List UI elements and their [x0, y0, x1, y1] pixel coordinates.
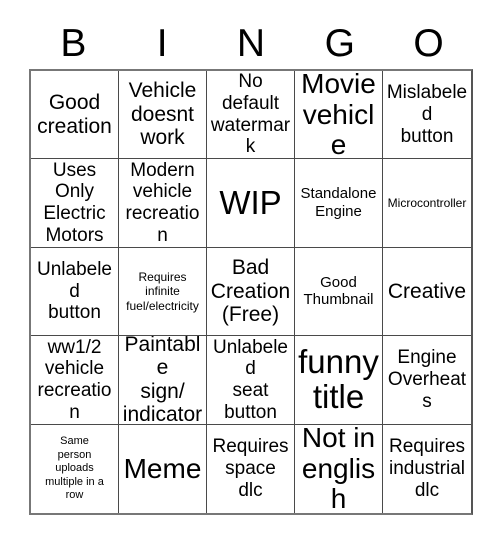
bingo-cell-r4c2[interactable]: Paintable sign/ indicator: [119, 336, 207, 425]
bingo-cell-label: WIP: [219, 183, 282, 221]
bingo-cell-label: Movie vehicle: [301, 71, 376, 160]
bingo-cell-label: Requires space dlc: [212, 436, 289, 501]
bingo-cell-label: Same person uploads multiple in a row: [45, 435, 104, 501]
bingo-cell-label: Bad Creation (Free): [210, 256, 291, 327]
bingo-cell-r4c4[interactable]: funny title: [295, 336, 383, 425]
bingo-cell-r1c3[interactable]: No default watermark: [207, 71, 295, 160]
bingo-cell-r1c1[interactable]: Good creation: [31, 71, 119, 160]
bingo-header-letter-b: B: [60, 21, 87, 65]
bingo-cell-r1c4[interactable]: Movie vehicle: [295, 71, 383, 160]
bingo-cell-label: Uses Only Electric Motors: [43, 159, 106, 246]
bingo-cell-r3c4[interactable]: Good Thumbnail: [295, 247, 383, 337]
bingo-card: B I N G O Good creation Vehicle doesnt wo…: [0, 0, 500, 544]
bingo-cell-r4c1[interactable]: ww1/2 vehicle recreation: [31, 336, 119, 425]
bingo-cell-r3c5[interactable]: Creative: [383, 247, 471, 337]
bingo-cell-r2c5[interactable]: Microcontroller: [383, 159, 471, 248]
bingo-cell-label: Microcontroller: [387, 195, 467, 210]
bingo-header: B I N G O: [29, 18, 473, 68]
bingo-cell-label: Requires industrial dlc: [388, 436, 466, 501]
bingo-cell-r2c1[interactable]: Uses Only Electric Motors: [31, 159, 119, 248]
bingo-cell-label: Engine Overheats: [387, 347, 467, 412]
bingo-cell-r2c3[interactable]: WIP: [207, 159, 295, 248]
bingo-cell-label: Paintable sign/ indicator: [122, 336, 203, 425]
bingo-cell-r2c4[interactable]: Standalone Engine: [295, 159, 383, 248]
bingo-cell-r5c3[interactable]: Requires space dlc: [207, 424, 295, 513]
bingo-cell-label: funny title: [298, 342, 379, 415]
bingo-cell-r4c5[interactable]: Engine Overheats: [383, 336, 471, 425]
bingo-cell-label: Creative: [387, 279, 467, 303]
bingo-cell-label: Requires infinite fuel/electricity: [126, 269, 199, 313]
bingo-cell-r5c2[interactable]: Meme: [119, 424, 207, 513]
bingo-cell-r1c2[interactable]: Vehicle doesnt work: [119, 71, 207, 160]
bingo-cell-r5c5[interactable]: Requires industrial dlc: [383, 424, 471, 513]
bingo-cell-r5c1[interactable]: Same person uploads multiple in a row: [31, 424, 119, 513]
bingo-header-letter-g: G: [324, 21, 355, 65]
bingo-cell-r3c3[interactable]: Bad Creation (Free): [207, 247, 295, 337]
bingo-cell-label: Meme: [123, 452, 202, 484]
bingo-header-letter-n: N: [236, 21, 266, 65]
bingo-cell-label: Vehicle doesnt work: [128, 79, 197, 150]
bingo-cell-label: Modern vehicle recreation: [125, 159, 200, 246]
bingo-cell-r5c4[interactable]: Not in english: [295, 424, 383, 513]
bingo-header-letter-o: O: [413, 21, 444, 65]
bingo-cell-r1c5[interactable]: Mislabeled button: [383, 71, 471, 160]
bingo-cell-r2c2[interactable]: Modern vehicle recreation: [119, 159, 207, 248]
bingo-cell-r3c1[interactable]: Unlabeled button: [31, 247, 119, 337]
bingo-cell-r4c3[interactable]: Unlabeled seat button: [207, 336, 295, 425]
bingo-cell-label: Standalone Engine: [300, 185, 377, 221]
bingo-cell-label: Unlabeled button: [37, 259, 112, 324]
bingo-cell-label: Not in english: [301, 424, 376, 513]
bingo-cell-r3c2[interactable]: Requires infinite fuel/electricity: [119, 247, 207, 337]
bingo-grid: Good creation Vehicle doesnt work No defau…: [29, 69, 473, 515]
bingo-cell-label: Mislabeled button: [386, 82, 468, 147]
bingo-cell-label: Good Thumbnail: [303, 273, 374, 309]
bingo-header-letter-i: I: [156, 21, 168, 65]
bingo-cell-label: Unlabeled seat button: [213, 336, 288, 423]
bingo-cell-label: Good creation: [37, 91, 112, 138]
bingo-cell-label: No default watermark: [210, 71, 291, 158]
bingo-cell-label: ww1/2 vehicle recreation: [37, 336, 112, 423]
